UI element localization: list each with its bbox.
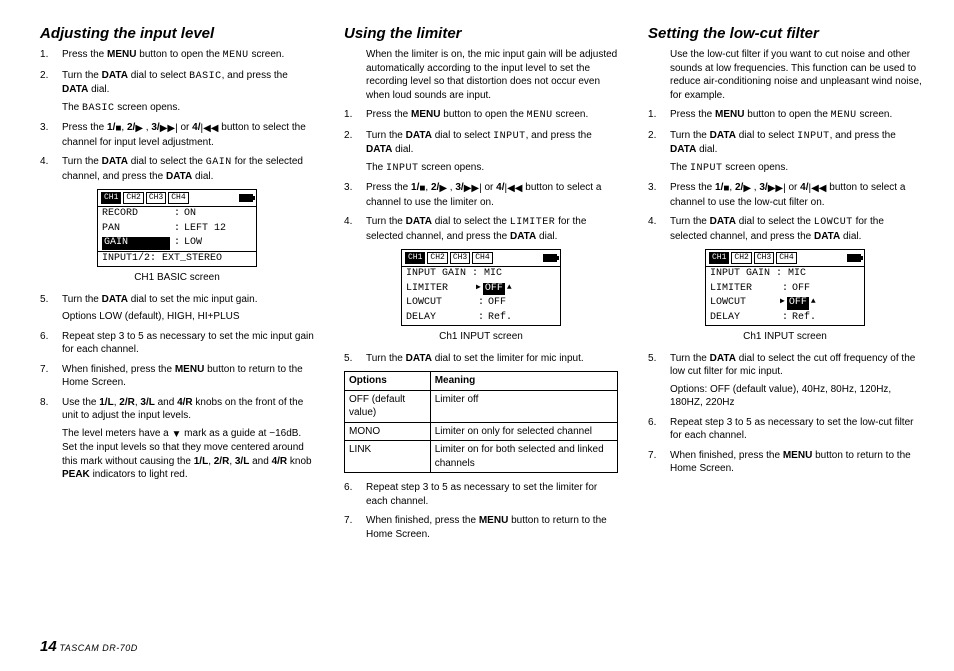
caption: Ch1 INPUT screen bbox=[648, 330, 922, 344]
steps-input-level-cont: Turn the DATA dial to set the mic input … bbox=[40, 293, 314, 482]
list-item: Turn the DATA dial to set the mic input … bbox=[40, 293, 314, 324]
list-item: Turn the DATA dial to select the cut off… bbox=[648, 352, 922, 410]
lcd-tab: CH4 bbox=[776, 252, 796, 264]
steps-lowcut: Press the MENU button to open the MENU s… bbox=[648, 108, 922, 243]
column-2: Using the limiter When the limiter is on… bbox=[344, 24, 618, 624]
lcd-tab: CH1 bbox=[405, 252, 425, 264]
list-item: Turn the DATA dial to select the LOWCUT … bbox=[648, 215, 922, 243]
list-item: When finished, press the MENU button to … bbox=[40, 363, 314, 390]
list-item: Press the 1/■, 2/▶ , 3/▶▶| or 4/|◀◀ butt… bbox=[344, 181, 618, 209]
battery-icon bbox=[239, 194, 253, 202]
lcd-tab: CH1 bbox=[101, 192, 121, 204]
list-item: Repeat step 3 to 5 as necessary to set t… bbox=[648, 416, 922, 443]
lcd-tab: CH1 bbox=[709, 252, 729, 264]
lcd-input-screen-2: CH1 CH2 CH3 CH4 INPUT GAIN : MIC LIMITER… bbox=[705, 249, 865, 326]
ffwd-icon: ▶▶| bbox=[768, 182, 786, 196]
lcd-tab: CH3 bbox=[450, 252, 470, 264]
list-item: Turn the DATA dial to select INPUT, and … bbox=[648, 129, 922, 176]
lcd-tab: CH2 bbox=[123, 192, 143, 204]
column-3: Setting the low-cut filter Use the low-c… bbox=[648, 24, 922, 624]
list-item: Turn the DATA dial to select the LIMITER… bbox=[344, 215, 618, 243]
page-number: 14 bbox=[40, 638, 57, 655]
steps-limiter-cont: Turn the DATA dial to set the limiter fo… bbox=[344, 352, 618, 366]
page-columns: Adjusting the input level Press the MENU… bbox=[40, 24, 922, 624]
rew-icon: |◀◀ bbox=[809, 182, 827, 196]
steps-input-level: Press the MENU button to open the MENU s… bbox=[40, 48, 314, 183]
heading-input-level: Adjusting the input level bbox=[40, 24, 314, 44]
list-item: When finished, press the MENU button to … bbox=[648, 449, 922, 476]
lcd-input-screen: CH1 CH2 CH3 CH4 INPUT GAIN : MIC LIMITER… bbox=[401, 249, 561, 326]
list-item: Turn the DATA dial to select INPUT, and … bbox=[344, 129, 618, 176]
lcd-tab: CH2 bbox=[731, 252, 751, 264]
intro-text: When the limiter is on, the mic input ga… bbox=[344, 48, 618, 102]
caption: Ch1 INPUT screen bbox=[344, 330, 618, 344]
rew-icon: |◀◀ bbox=[201, 122, 219, 136]
lcd-basic-screen: CH1 CH2 CH3 CH4 RECORD:ON PAN:LEFT 12 GA… bbox=[97, 189, 257, 267]
list-item: Repeat step 3 to 5 as necessary to set t… bbox=[40, 330, 314, 357]
steps-limiter-end: Repeat step 3 to 5 as necessary to set t… bbox=[344, 481, 618, 541]
caption: CH1 BASIC screen bbox=[40, 271, 314, 285]
play-icon: ▶ bbox=[743, 182, 751, 196]
list-item: Turn the DATA dial to select the GAIN fo… bbox=[40, 155, 314, 183]
ffwd-icon: ▶▶| bbox=[160, 122, 178, 136]
steps-lowcut-cont: Turn the DATA dial to select the cut off… bbox=[648, 352, 922, 476]
steps-limiter: Press the MENU button to open the MENU s… bbox=[344, 108, 618, 243]
model-name: TASCAM DR-70D bbox=[59, 643, 137, 653]
battery-icon bbox=[543, 254, 557, 262]
list-item: Repeat step 3 to 5 as necessary to set t… bbox=[344, 481, 618, 508]
battery-icon bbox=[847, 254, 861, 262]
list-item: Press the 1/■, 2/▶ , 3/▶▶| or 4/|◀◀ butt… bbox=[648, 181, 922, 209]
table-row: LINKLimiter on for both selected and lin… bbox=[345, 441, 618, 473]
lcd-tab: CH3 bbox=[754, 252, 774, 264]
page-footer: 14 TASCAM DR-70D bbox=[40, 637, 138, 657]
column-1: Adjusting the input level Press the MENU… bbox=[40, 24, 314, 624]
lcd-tab: CH2 bbox=[427, 252, 447, 264]
table-row: MONOLimiter on only for selected channel bbox=[345, 422, 618, 441]
table-header: Options bbox=[345, 372, 431, 391]
table-header: Meaning bbox=[430, 372, 617, 391]
intro-text: Use the low-cut filter if you want to cu… bbox=[648, 48, 922, 102]
list-item: Use the 1/L, 2/R, 3/L and 4/R knobs on t… bbox=[40, 396, 314, 482]
play-icon: ▶ bbox=[439, 182, 447, 196]
table-row: OFF (default value)Limiter off bbox=[345, 390, 618, 422]
list-item: Press the MENU button to open the MENU s… bbox=[40, 48, 314, 63]
play-icon: ▶ bbox=[135, 122, 143, 136]
heading-lowcut: Setting the low-cut filter bbox=[648, 24, 922, 44]
list-item: Press the MENU button to open the MENU s… bbox=[648, 108, 922, 123]
down-icon: ▼ bbox=[172, 428, 182, 442]
options-table: OptionsMeaning OFF (default value)Limite… bbox=[344, 371, 618, 473]
lcd-tab: CH4 bbox=[168, 192, 188, 204]
ffwd-icon: ▶▶| bbox=[464, 182, 482, 196]
lcd-tab: CH4 bbox=[472, 252, 492, 264]
rew-icon: |◀◀ bbox=[505, 182, 523, 196]
list-item: Turn the DATA dial to select BASIC, and … bbox=[40, 69, 314, 116]
list-item: When finished, press the MENU button to … bbox=[344, 514, 618, 541]
list-item: Press the MENU button to open the MENU s… bbox=[344, 108, 618, 123]
lcd-tab: CH3 bbox=[146, 192, 166, 204]
heading-limiter: Using the limiter bbox=[344, 24, 618, 44]
list-item: Press the 1/■, 2/▶ , 3/▶▶| or 4/|◀◀ butt… bbox=[40, 121, 314, 149]
list-item: Turn the DATA dial to set the limiter fo… bbox=[344, 352, 618, 366]
